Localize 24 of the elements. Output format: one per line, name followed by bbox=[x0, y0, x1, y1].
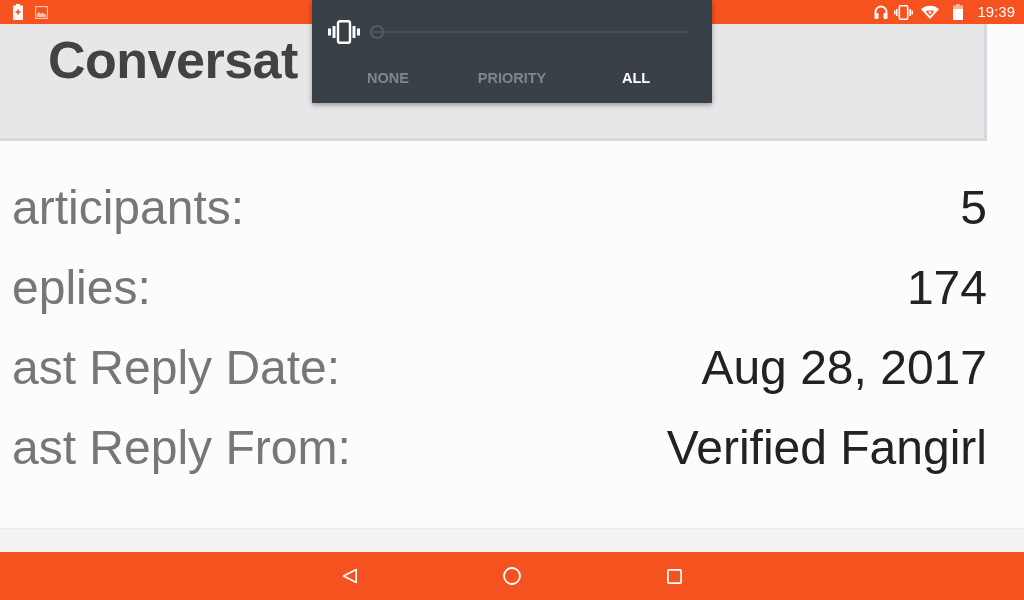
image-icon bbox=[35, 5, 48, 19]
ringer-mode-button[interactable]: NONE bbox=[326, 64, 450, 92]
detail-value: Aug 28, 2017 bbox=[701, 339, 987, 395]
vibrate-icon[interactable] bbox=[328, 20, 360, 44]
detail-label: eplies: bbox=[12, 259, 151, 315]
conversation-title: Conversat bbox=[48, 30, 298, 90]
detail-value: Verified Fangirl bbox=[666, 419, 987, 475]
detail-value: 174 bbox=[906, 259, 987, 315]
detail-label: ast Reply Date: bbox=[12, 339, 341, 395]
status-time: 19:39 bbox=[977, 2, 1015, 22]
home-icon[interactable] bbox=[503, 567, 521, 585]
back-icon[interactable] bbox=[342, 568, 358, 584]
ringer-mode-button[interactable]: PRIORITY bbox=[450, 64, 574, 92]
slider-thumb[interactable] bbox=[370, 25, 384, 39]
ringer-mode-button[interactable]: ALL bbox=[574, 64, 698, 92]
detail-label: ast Reply From: bbox=[12, 419, 351, 475]
wifi-icon bbox=[921, 5, 940, 19]
detail-label: articipants: bbox=[12, 179, 245, 235]
recent-apps-icon[interactable] bbox=[666, 568, 682, 584]
battery-charging-icon bbox=[13, 4, 23, 20]
battery-icon bbox=[953, 4, 964, 20]
vibrate-icon bbox=[894, 4, 914, 20]
headphones-icon bbox=[874, 5, 889, 19]
detail-value: 5 bbox=[960, 179, 987, 235]
